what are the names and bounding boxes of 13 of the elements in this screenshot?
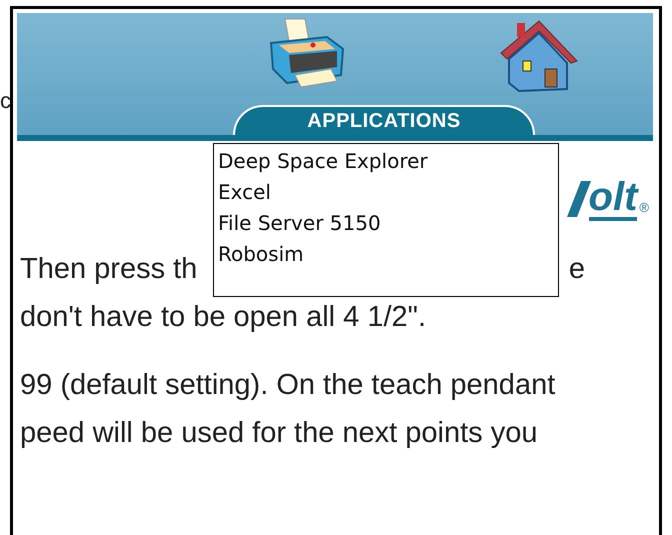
body-text: Then press th [20, 252, 198, 287]
registered-mark: ® [639, 200, 649, 215]
body-text: peed will be used for the next points you [20, 416, 538, 451]
menu-item[interactable]: Robosim [218, 239, 554, 270]
menu-item[interactable]: File Server 5150 [218, 208, 554, 239]
body-text: 99 (default setting). On the teach pendant [20, 368, 556, 403]
applications-tab[interactable]: APPLICATIONS [233, 105, 535, 135]
menu-item[interactable]: Deep Space Explorer [218, 146, 554, 177]
logo-text: olt [588, 177, 638, 221]
menu-item[interactable]: Excel [218, 177, 554, 208]
body-text: don't have to be open all 4 1/2". [20, 300, 426, 335]
body-text: e [568, 252, 585, 287]
partial-text: c [0, 88, 11, 114]
